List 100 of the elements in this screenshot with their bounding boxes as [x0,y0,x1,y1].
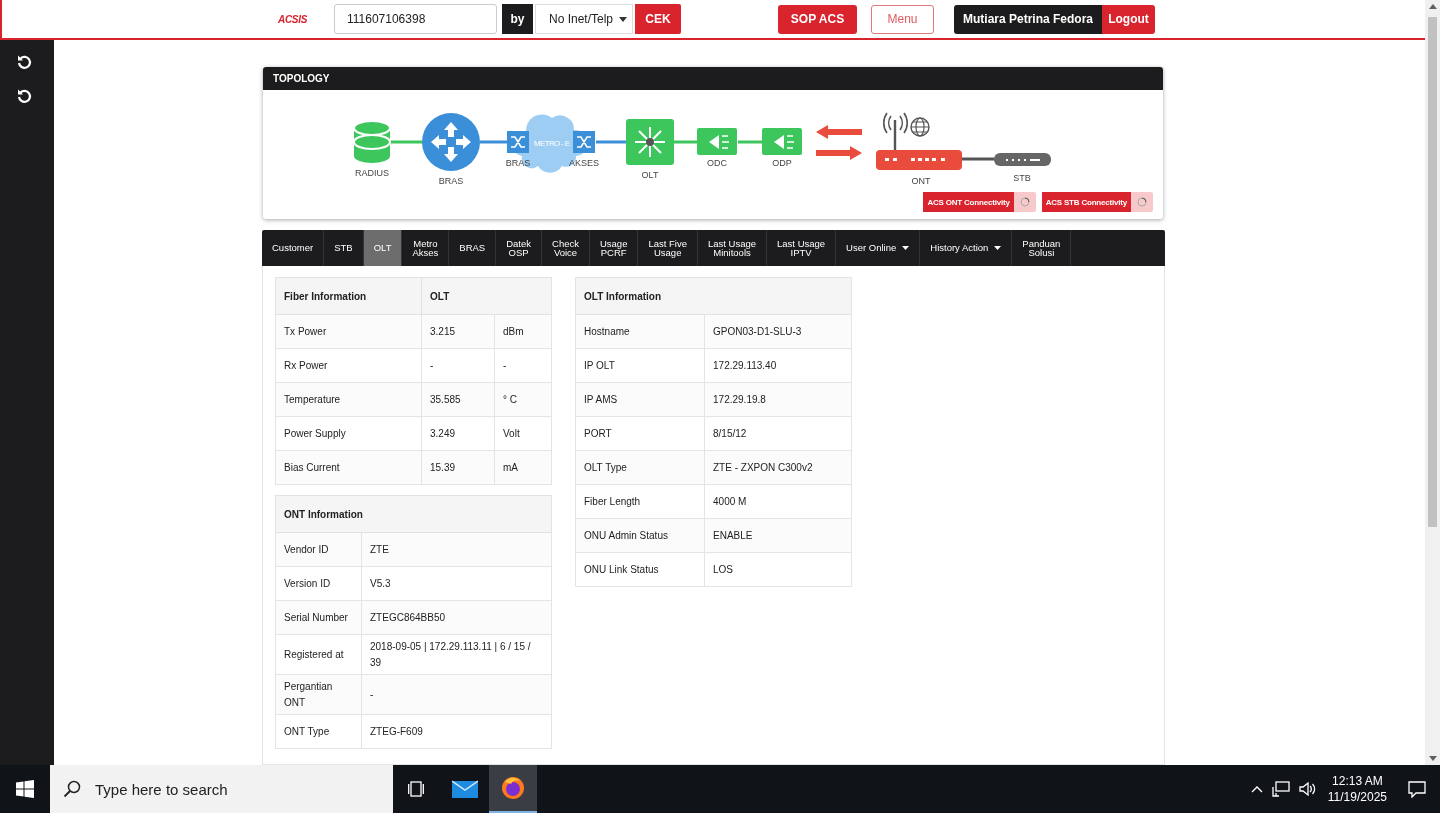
connectivity-button[interactable]: ACS STB Connectivity [1041,192,1153,212]
logo: ACSIS [278,13,309,25]
row-label: ONT Type [275,714,362,749]
row-label: PORT [575,416,705,451]
tab[interactable]: OLT [363,230,403,266]
notification-icon[interactable] [1408,780,1426,798]
node-label: ONT [911,176,931,186]
table-cell: ZTEGC864BB50 [361,600,552,635]
table-cell: 4000 M [704,484,852,519]
card-title: TOPOLOGY [263,67,1163,90]
node-label: OLT [641,170,659,180]
scroll-up-icon[interactable] [1428,4,1437,9]
logout-button[interactable]: Logout [1102,4,1156,34]
router-icon [422,113,480,171]
table-cell: ° C [494,382,552,417]
row-label: Temperature [275,382,422,417]
scrollbar[interactable] [1425,0,1440,765]
table-cell: 3.215 [421,314,495,349]
row-label: Hostname [575,314,705,349]
row-label: ONU Admin Status [575,518,705,553]
row-label: IP OLT [575,348,705,383]
row-label: Pergantian ONT [275,674,362,715]
column-header: ONT Information [275,495,552,533]
row-label: Serial Number [275,600,362,635]
table-cell: dBm [494,314,552,349]
row-label: Tx Power [275,314,422,349]
spinner-icon [1019,197,1030,207]
database-icon [353,120,391,163]
node-label: ODP [772,158,792,168]
splitter-icon [762,128,802,155]
node-label: ODC [707,158,727,168]
table-cell: Volt [494,416,552,451]
row-label: Registered at [275,634,362,675]
browser-icon [501,776,525,800]
search-icon [63,780,81,798]
node-label: RADIUS [355,168,389,178]
search-type-dropdown[interactable]: No Inet/Telp [535,4,633,34]
taskbar-app[interactable] [489,765,537,813]
switch-icon [573,131,595,153]
search-input[interactable]: Type here to search [93,779,377,799]
arrows-icon [816,125,862,160]
row-label: Fiber Length [575,484,705,519]
chevron-up-icon[interactable] [1250,785,1263,793]
row-label: Power Supply [275,416,422,451]
link-line [738,140,762,144]
windows-icon [16,780,34,798]
user-name: Mutiara Petrina Fedora [954,4,1103,34]
set-top-box-icon [994,153,1051,166]
spinner-icon [1137,197,1147,207]
connectivity-button[interactable]: ACS ONT Connectivity [923,192,1036,212]
scrollbar-thumb[interactable] [1428,17,1437,527]
table-cell: 172.29.113.40 [704,348,852,383]
row-label: Rx Power [275,348,422,383]
table-cell: 8/15/12 [704,416,852,451]
network-icon[interactable] [1271,781,1290,797]
row-label: OLT Type [575,450,705,485]
caret-icon [619,16,628,22]
table-cell: ENABLE [704,518,852,553]
table-cell: mA [494,450,552,485]
check-button[interactable]: CEK [635,4,681,34]
mail-icon [452,779,478,799]
link-line [962,157,994,161]
taskbar-search-field[interactable]: Type here to search [50,765,393,813]
table-cell: 3.249 [421,416,495,451]
node-label: AKSES [569,158,599,168]
row-label: Vendor ID [275,532,362,567]
table-cell: - [494,348,552,383]
table-cell: 15.39 [421,450,495,485]
node-label: METRO - E [534,139,570,148]
date-text: 11/19/2025 [1327,789,1387,806]
row-label: Version ID [275,566,362,601]
node-label: BRAS [438,176,464,186]
table-cell: V5.3 [361,566,552,601]
table-cell: GPON03-D1-SLU-3 [704,314,852,349]
table-cell: ZTEG-F609 [361,714,552,749]
column-header: OLT Information [575,277,852,315]
table-cell: 35.585 [421,382,495,417]
row-label: Bias Current [275,450,422,485]
table-cell: 172.29.19.8 [704,382,852,417]
task-view-icon [408,781,426,797]
row-label: IP AMS [575,382,705,417]
search-field[interactable]: 111607106398 [334,4,497,34]
sop-button[interactable]: SOP ACS [778,4,857,34]
link-line [390,140,423,144]
undo-icon [16,54,32,70]
column-header: OLT [421,277,552,315]
column-header: Fiber Information [275,277,422,315]
time-text: 12:13 AM [1332,772,1383,789]
switch-icon [507,131,529,153]
menu-button[interactable]: Menu [871,4,934,34]
clock[interactable]: 12:13 AM 11/19/2025 [1325,772,1399,806]
table-cell: - [361,674,552,715]
modem-icon [876,112,962,170]
volume-icon[interactable] [1298,781,1317,797]
link-line [674,140,697,144]
globe-icon [910,117,930,137]
link-line [480,140,507,144]
olt-icon [626,119,674,165]
node-label: STB [1013,173,1031,183]
table-cell: - [421,348,495,383]
